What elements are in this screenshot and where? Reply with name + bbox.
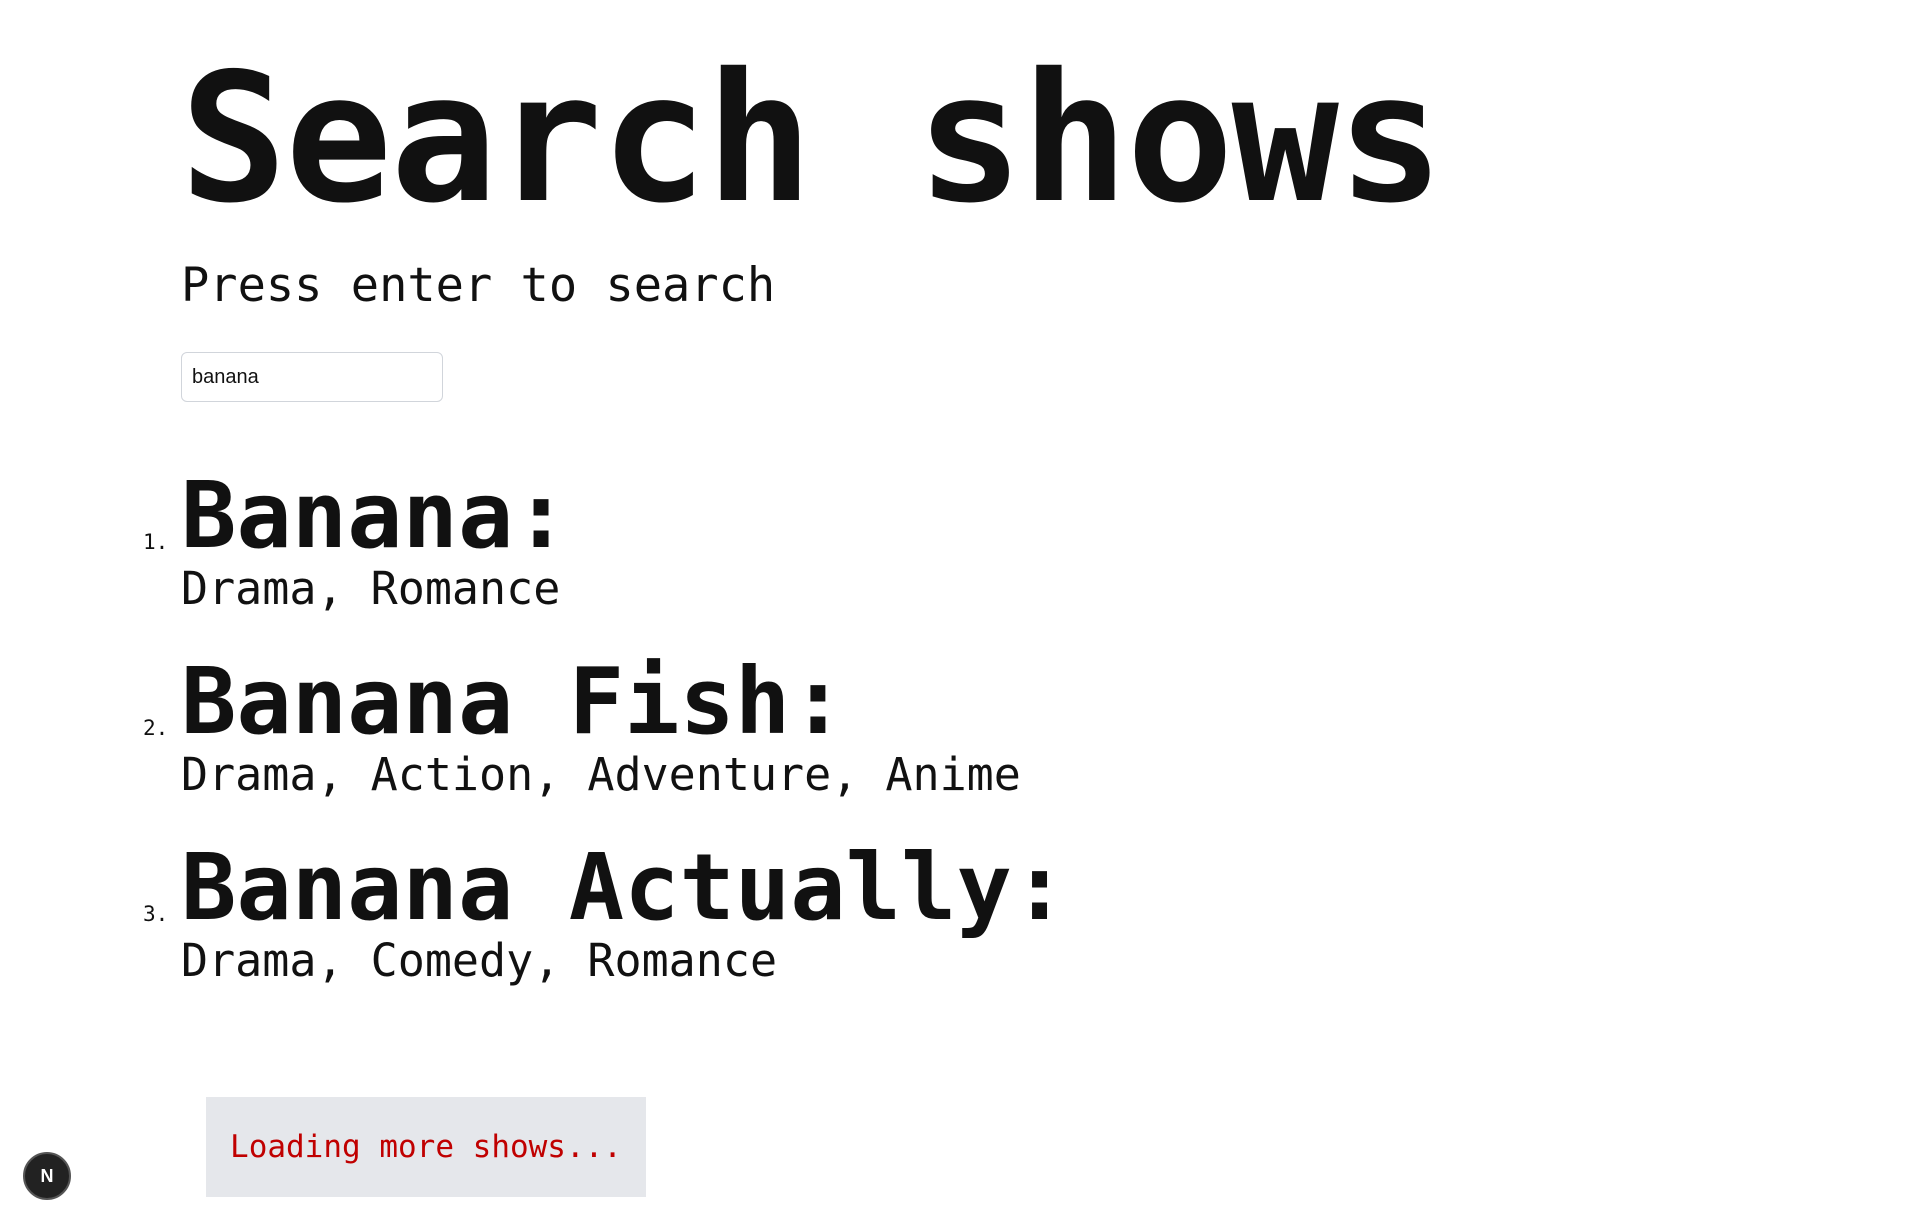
- list-item-number: 2.: [143, 716, 169, 740]
- list-item-number: 1.: [143, 530, 169, 554]
- list-item-number: 3.: [143, 902, 169, 926]
- show-title: Banana:: [181, 462, 569, 569]
- search-input[interactable]: [181, 352, 443, 402]
- page: Search shows Press enter to search 1. Ba…: [0, 0, 1920, 1216]
- nextjs-logo-icon[interactable]: N: [23, 1152, 71, 1200]
- show-genres: Drama, Action, Adventure, Anime: [181, 748, 1021, 801]
- page-subtitle: Press enter to search: [181, 258, 776, 313]
- list-item: 3. Banana Actually: Drama, Comedy, Roman…: [143, 834, 1581, 1028]
- loading-indicator: Loading more shows...: [206, 1097, 646, 1197]
- show-title: Banana Actually:: [181, 834, 1068, 941]
- loading-text: Loading more shows...: [230, 1129, 622, 1165]
- show-title: Banana Fish:: [181, 648, 846, 755]
- list-item: 1. Banana: Drama, Romance: [143, 462, 1581, 656]
- results-list: 1. Banana: Drama, Romance 2. Banana Fish…: [143, 462, 1581, 1028]
- page-title: Search shows: [180, 35, 1444, 242]
- list-item: 2. Banana Fish: Drama, Action, Adventure…: [143, 648, 1581, 842]
- show-genres: Drama, Comedy, Romance: [181, 934, 778, 987]
- dev-badge-label: N: [40, 1165, 54, 1186]
- show-genres: Drama, Romance: [181, 562, 561, 615]
